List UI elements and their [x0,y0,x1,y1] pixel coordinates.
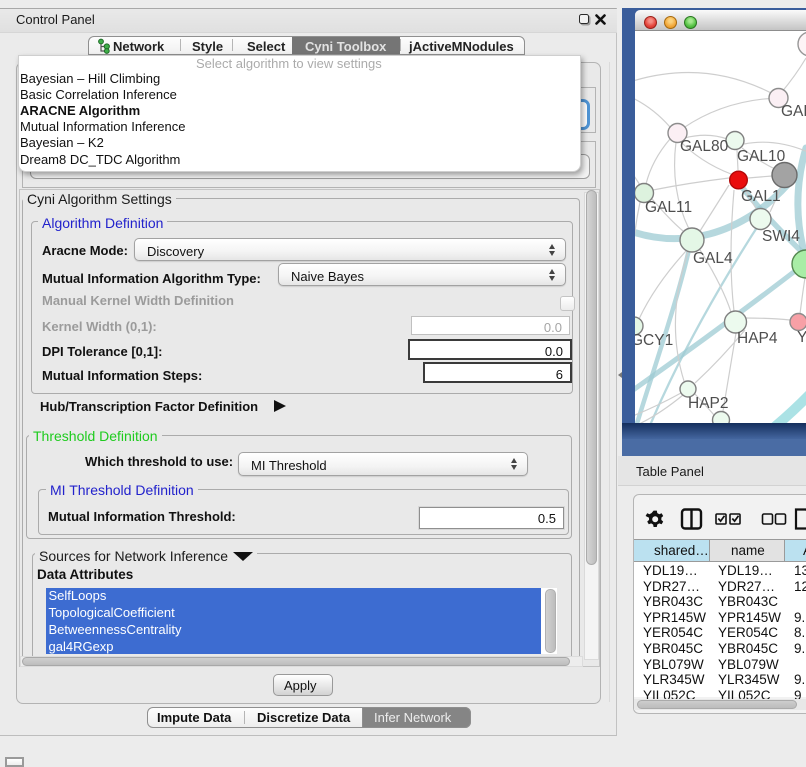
svg-text:HAP4: HAP4 [737,330,778,347]
svg-text:GAL10: GAL10 [737,148,786,165]
svg-text:GCY1: GCY1 [635,332,673,349]
svg-text:GAL2: GAL2 [781,103,806,120]
svg-text:Y: Y [797,329,806,346]
svg-text:GAL11: GAL11 [645,199,692,216]
svg-text:GAL1: GAL1 [741,188,781,205]
svg-text:SWI4: SWI4 [762,228,800,245]
svg-text:GAL80: GAL80 [680,138,729,155]
svg-text:HAP2: HAP2 [688,395,729,412]
svg-text:GAL4: GAL4 [693,250,733,267]
